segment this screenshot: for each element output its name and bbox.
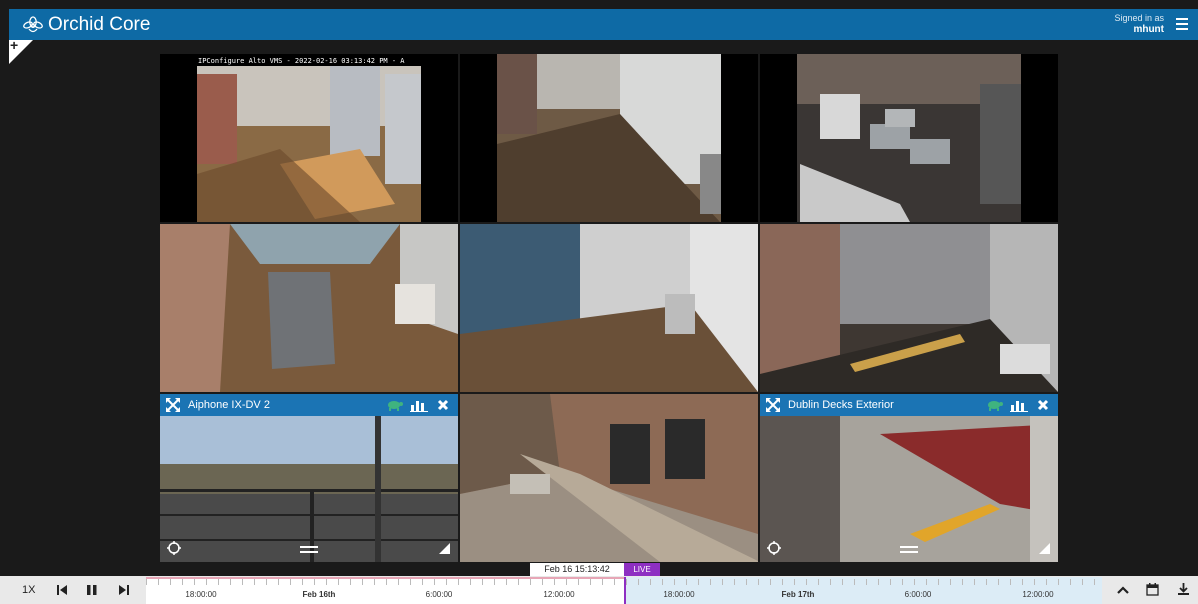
camera-tile-dublin-decks[interactable]: Dublin Decks Exterior [760,394,1058,562]
camera-tile[interactable] [760,54,1058,222]
close-icon[interactable] [1034,397,1052,413]
camera-grid: IPConfigure Alto VMS - 2022-02-16 03:13:… [160,54,1058,562]
drag-handle[interactable] [300,543,318,553]
close-icon[interactable] [434,397,452,413]
brand[interactable]: Orchid Core [23,14,150,36]
timeline-label: 6:00:00 [425,590,453,599]
camera-tile[interactable]: IPConfigure Alto VMS - 2022-02-16 03:13:… [160,54,458,222]
pause-icon[interactable] [86,583,98,597]
camera-title-bar: Dublin Decks Exterior [760,394,1058,416]
ptz-icon[interactable] [766,540,782,556]
camera-feed [760,54,1058,222]
camera-tile[interactable] [460,394,758,562]
camera-tile[interactable] [460,224,758,392]
drag-handle[interactable] [900,543,918,553]
skip-back-icon[interactable] [56,583,68,597]
app-title: Orchid Core [48,13,151,35]
playback-bar: 1X 18:00:00 Feb 16th 6:00:00 12:00:00 18… [0,576,1198,604]
camera-title-bar: Aiphone IX-DV 2 [160,394,458,416]
username[interactable]: mhunt [1114,24,1164,35]
camera-feed [460,54,758,222]
expand-arrows-icon[interactable] [166,398,180,412]
camera-name: Aiphone IX-DV 2 [188,399,270,411]
camera-feed [160,54,458,222]
signed-in-info: Signed in as mhunt [1114,13,1164,35]
timeline-label: 6:00:00 [904,590,932,599]
resize-corner-icon[interactable] [439,543,450,554]
turtle-icon[interactable] [986,397,1004,413]
timeline-track[interactable]: 18:00:00 Feb 16th 6:00:00 12:00:00 18:00… [146,577,1102,604]
hamburger-menu-icon[interactable] [1176,18,1188,30]
signed-in-label: Signed in as [1114,13,1164,23]
camera-feed [460,394,758,562]
camera-name: Dublin Decks Exterior [788,399,894,411]
ptz-icon[interactable] [166,540,182,556]
orchid-logo-icon [23,15,43,32]
download-icon[interactable] [1177,582,1190,596]
camera-feed [160,224,458,392]
camera-tile[interactable] [760,224,1058,392]
timeline-label: 18:00:00 [663,590,695,599]
playback-speed[interactable]: 1X [22,584,35,596]
chevron-up-icon[interactable] [1117,585,1129,595]
camera-timestamp: IPConfigure Alto VMS - 2022-02-16 03:13:… [198,57,405,65]
timeline-label: 12:00:00 [543,590,575,599]
camera-feed [760,394,1058,562]
camera-feed [760,224,1058,392]
camera-tile[interactable] [160,224,458,392]
timeline-label: Feb 16th [302,590,336,599]
app-header: Orchid Core Signed in as mhunt [9,9,1198,40]
timeline-now-marker[interactable] [624,577,626,604]
add-camera-corner[interactable]: + [9,37,33,64]
timeline-label: Feb 17th [781,590,815,599]
calendar-icon[interactable] [1146,582,1159,596]
timeline-label: 18:00:00 [185,590,217,599]
live-badge[interactable]: LIVE [624,563,660,576]
camera-tile-aiphone[interactable]: Aiphone IX-DV 2 [160,394,458,562]
camera-tile[interactable] [460,54,758,222]
bar-chart-icon[interactable] [410,397,428,413]
bar-chart-icon[interactable] [1010,397,1028,413]
timeline-label: 12:00:00 [1022,590,1054,599]
turtle-icon[interactable] [386,397,404,413]
playback-timestamp: Feb 16 15:13:42 [530,563,624,576]
expand-arrows-icon[interactable] [766,398,780,412]
skip-forward-icon[interactable] [118,583,130,597]
resize-corner-icon[interactable] [1039,543,1050,554]
camera-feed [160,394,458,562]
camera-feed [460,224,758,392]
add-icon: + [10,37,19,53]
